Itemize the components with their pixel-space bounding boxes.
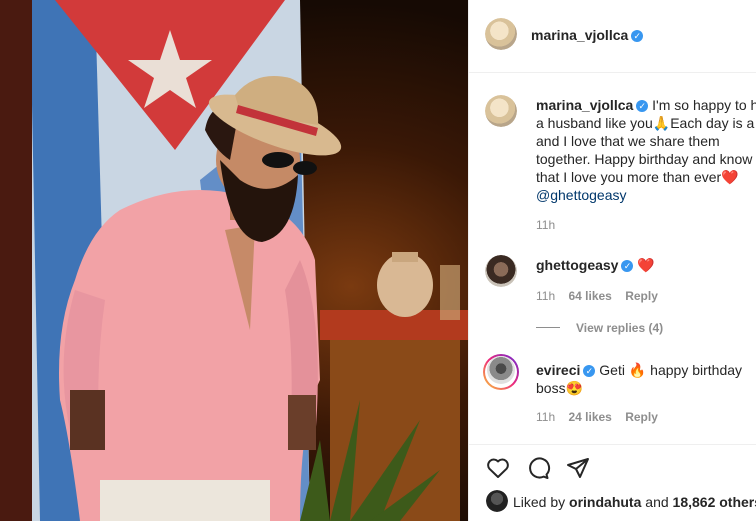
liked-by-text: Liked by orindahuta and 18,862 others (513, 494, 756, 510)
mention-link[interactable]: @ghettogeasy (536, 187, 627, 203)
comment-avatar[interactable] (485, 255, 517, 287)
caption-line: and I love that we share them (536, 133, 720, 149)
caption-line: that I love you more than ever (536, 169, 722, 185)
left-wall (0, 0, 32, 521)
caption-line: together. Happy birthday and know (536, 151, 753, 167)
photo-illustration (0, 0, 468, 521)
comment-text: happy birthday (650, 362, 743, 378)
comment-meta: 11h 24 likes Reply (536, 410, 658, 424)
caption-username[interactable]: marina_vjollca (536, 97, 633, 113)
comment-text: boss (536, 380, 566, 396)
comment-body: ghettogeasy ✓ ❤️ (536, 256, 655, 274)
comment-likes[interactable]: 64 likes (568, 289, 611, 303)
comment-body: evireci ✓ Geti 🔥 happy birthday boss😍 (536, 361, 756, 397)
actions-divider (469, 444, 756, 445)
author-avatar[interactable] (485, 18, 517, 50)
comment-bubble-icon[interactable] (525, 456, 551, 480)
header-user: marina_vjollca ✓ (531, 27, 644, 45)
liked-by-avatar[interactable] (486, 490, 508, 512)
white-pants (100, 480, 270, 521)
comment-likes[interactable]: 24 likes (568, 410, 611, 424)
liked-by-others[interactable]: 18,862 others (673, 494, 756, 510)
caption-line: a husband like you (536, 115, 653, 131)
caption-line: I'm so happy to ha (652, 97, 756, 113)
heart-eyes-emoji: 😍 (565, 380, 584, 396)
view-replies-line (536, 327, 560, 328)
caption-line: Each day is a g (670, 115, 756, 131)
view-replies-button[interactable]: View replies (4) (576, 321, 663, 335)
caption-text: marina_vjollca ✓ I'm so happy to ha a hus… (536, 96, 756, 204)
sunglasses (262, 152, 294, 168)
header-divider (469, 72, 756, 73)
liked-by-prefix: Liked by (513, 494, 566, 510)
red-heart-emoji: ❤️ (637, 257, 655, 273)
heart-outline-icon[interactable] (485, 456, 511, 480)
caption-time[interactable]: 11h (536, 218, 555, 232)
praying-hands-emoji: 🙏 (652, 115, 671, 131)
comment-username[interactable]: ghettogeasy (536, 257, 618, 273)
paper-plane-icon[interactable] (565, 456, 591, 480)
verified-badge-icon: ✓ (631, 30, 644, 42)
reply-button[interactable]: Reply (625, 410, 658, 424)
verified-badge-icon: ✓ (621, 260, 634, 272)
header-username[interactable]: marina_vjollca (531, 27, 628, 43)
fire-emoji: 🔥 (628, 362, 647, 378)
post-photo[interactable] (0, 0, 468, 521)
liked-by-user[interactable]: orindahuta (569, 494, 641, 510)
verified-badge-icon: ✓ (636, 100, 649, 112)
comment-avatar-story-ring[interactable] (483, 354, 519, 390)
red-heart-emoji: ❤️ (721, 169, 739, 185)
post-side-panel: marina_vjollca ✓ marina_vjollca ✓ I'm so h… (468, 0, 756, 521)
comment-meta: 11h 64 likes Reply (536, 289, 658, 303)
clay-jar (377, 253, 433, 317)
liked-by-and: and (645, 494, 669, 510)
comment-time[interactable]: 11h (536, 289, 555, 303)
verified-badge-icon: ✓ (583, 365, 596, 377)
comment-text: Geti (599, 362, 625, 378)
reply-button[interactable]: Reply (625, 289, 658, 303)
comment-time[interactable]: 11h (536, 410, 555, 424)
comment-username[interactable]: evireci (536, 362, 580, 378)
caption-avatar[interactable] (485, 95, 517, 127)
forearm (288, 395, 316, 450)
glass (440, 265, 460, 320)
